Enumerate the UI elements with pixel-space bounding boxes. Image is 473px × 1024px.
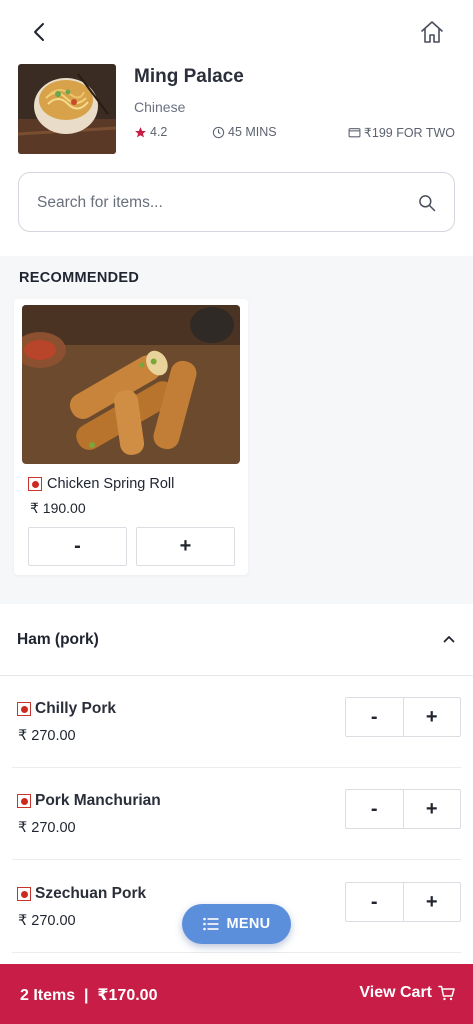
recommended-section: RECOMMENDED Chicken Spring Roll ₹ 190.00… [0, 256, 473, 604]
item-price: ₹ 270.00 [18, 820, 76, 836]
home-icon [421, 21, 443, 43]
back-button[interactable] [28, 20, 52, 44]
decrease-button[interactable]: - [346, 883, 404, 921]
restaurant-cuisine: Chinese [134, 99, 186, 115]
cost-for-two: ₹199 FOR TWO [348, 125, 455, 140]
home-button[interactable] [419, 19, 445, 45]
quantity-stepper: - + [345, 697, 461, 737]
rating-value: 4.2 [150, 125, 168, 139]
item-name: Szechuan Pork [17, 885, 146, 903]
item-label: Pork Manchurian [35, 792, 161, 809]
increase-button[interactable]: + [404, 790, 461, 828]
menu-label: MENU [226, 916, 271, 932]
search-input[interactable]: Search for items... [18, 172, 455, 232]
rating: 4.2 [134, 125, 167, 139]
recommended-item-label: Chicken Spring Roll [47, 476, 175, 492]
item-label: Chilly Pork [35, 700, 116, 717]
restaurant-meta: 4.2 45 MINS ₹199 FOR TWO [134, 125, 455, 143]
increase-button[interactable]: + [404, 883, 461, 921]
non-veg-icon [17, 794, 31, 808]
item-price: ₹ 270.00 [18, 913, 76, 929]
restaurant-name: Ming Palace [134, 66, 244, 87]
cart-bar[interactable]: 2 Items | ₹170.00 View Cart [0, 964, 473, 1024]
recommended-card[interactable]: Chicken Spring Roll ₹ 190.00 - + [14, 299, 248, 575]
restaurant-thumbnail [18, 64, 116, 154]
decrease-button[interactable]: - [346, 698, 404, 736]
increase-button[interactable]: + [136, 527, 235, 566]
item-name: Chilly Pork [17, 700, 116, 718]
item-label: Szechuan Pork [35, 885, 147, 902]
cost-value: ₹199 FOR TWO [363, 126, 455, 140]
quantity-stepper: - + [345, 882, 461, 922]
food-image [22, 305, 240, 464]
restaurant-header: Ming Palace Chinese 4.2 45 MINS ₹199 FOR… [18, 64, 455, 156]
cart-icon [438, 985, 455, 1001]
chevron-up-icon [443, 636, 455, 643]
chevron-left-icon [34, 23, 44, 41]
category-header[interactable]: Ham (pork) [0, 604, 473, 676]
list-icon [202, 917, 219, 931]
non-veg-icon [17, 887, 31, 901]
menu-button[interactable]: MENU [182, 904, 291, 944]
non-veg-icon [17, 702, 31, 716]
wallet-icon [348, 128, 361, 138]
star-icon [135, 126, 146, 137]
category-title: Ham (pork) [17, 631, 99, 648]
item-name: Pork Manchurian [17, 792, 161, 810]
non-veg-icon [28, 477, 42, 491]
item-price: ₹ 270.00 [18, 728, 76, 744]
recommended-item-name: Chicken Spring Roll [28, 476, 174, 492]
recommended-title: RECOMMENDED [19, 270, 140, 286]
delivery-time: 45 MINS [212, 125, 277, 139]
search-placeholder: Search for items... [37, 194, 163, 211]
list-item: Chilly Pork ₹ 270.00 - + [12, 676, 461, 768]
clock-icon [212, 126, 225, 138]
delivery-time-value: 45 MINS [228, 125, 277, 139]
decrease-button[interactable]: - [28, 527, 127, 566]
list-item: Pork Manchurian ₹ 270.00 - + [12, 768, 461, 860]
decrease-button[interactable]: - [346, 790, 404, 828]
quantity-stepper: - + [345, 789, 461, 829]
search-icon [419, 195, 436, 212]
increase-button[interactable]: + [404, 698, 461, 736]
view-cart-label: View Cart [359, 984, 432, 1001]
top-bar [0, 0, 473, 62]
cart-summary: 2 Items | ₹170.00 [20, 987, 158, 1004]
recommended-item-price: ₹ 190.00 [30, 500, 86, 516]
view-cart-button[interactable]: View Cart [359, 984, 455, 1002]
